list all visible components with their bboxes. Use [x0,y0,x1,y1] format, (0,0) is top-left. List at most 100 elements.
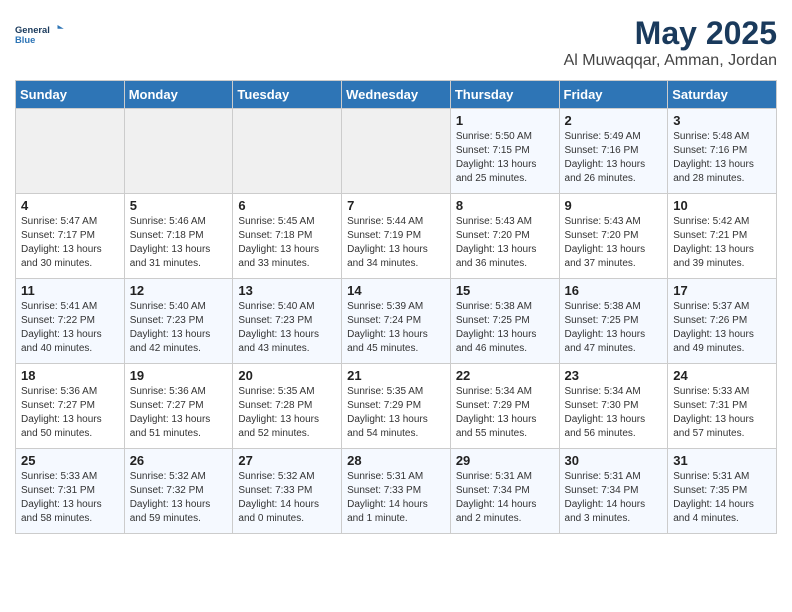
header-wednesday: Wednesday [342,81,451,109]
day-info: Sunrise: 5:47 AM Sunset: 7:17 PM Dayligh… [21,215,119,271]
cell-week1-day0 [16,109,125,194]
day-info: Sunrise: 5:35 AM Sunset: 7:29 PM Dayligh… [347,385,445,441]
day-info: Sunrise: 5:49 AM Sunset: 7:16 PM Dayligh… [565,130,663,186]
day-info: Sunrise: 5:42 AM Sunset: 7:21 PM Dayligh… [673,215,771,271]
cell-week5-day0: 25Sunrise: 5:33 AM Sunset: 7:31 PM Dayli… [16,449,125,534]
week-row-1: 1Sunrise: 5:50 AM Sunset: 7:15 PM Daylig… [16,109,777,194]
day-number: 20 [238,368,336,383]
cell-week5-day5: 30 Sunrise: 5:31 AM Sunset: 7:34 PM Dayli… [559,449,668,534]
day-info: Sunrise: 5:34 AM Sunset: 7:30 PM Dayligh… [565,385,663,441]
day-info: Sunrise: 5:31 AM Sunset: 7:34 PM Dayligh… [565,470,663,526]
cell-week3-day1: 12Sunrise: 5:40 AM Sunset: 7:23 PM Dayli… [124,279,233,364]
day-number: 27 [238,453,336,468]
cell-week1-day5: 2Sunrise: 5:49 AM Sunset: 7:16 PM Daylig… [559,109,668,194]
cell-week4-day6: 24 Sunrise: 5:33 AM Sunset: 7:31 PM Dayli… [668,364,777,449]
day-info: Sunrise: 5:36 AM Sunset: 7:27 PM Dayligh… [130,385,228,441]
day-number: 10 [673,198,771,213]
header-thursday: Thursday [450,81,559,109]
cell-week4-day2: 20 Sunrise: 5:35 AM Sunset: 7:28 PM Dayli… [233,364,342,449]
day-number: 5 [130,198,228,213]
cell-week2-day5: 9 Sunrise: 5:43 AM Sunset: 7:20 PM Daylig… [559,194,668,279]
day-number: 16 [565,283,663,298]
day-number: 17 [673,283,771,298]
title-block: May 2025 Al Muwaqqar, Amman, Jordan [564,15,777,70]
cell-week4-day0: 18 Sunrise: 5:36 AM Sunset: 7:27 PM Dayli… [16,364,125,449]
day-number: 23 [565,368,663,383]
day-number: 28 [347,453,445,468]
week-row-4: 18 Sunrise: 5:36 AM Sunset: 7:27 PM Dayli… [16,364,777,449]
cell-week4-day3: 21 Sunrise: 5:35 AM Sunset: 7:29 PM Dayli… [342,364,451,449]
day-info: Sunrise: 5:33 AM Sunset: 7:31 PM Dayligh… [673,385,771,441]
day-info: Sunrise: 5:38 AM Sunset: 7:25 PM Dayligh… [456,300,554,356]
day-number: 7 [347,198,445,213]
cell-week4-day4: 22Sunrise: 5:34 AM Sunset: 7:29 PM Dayli… [450,364,559,449]
day-info: Sunrise: 5:35 AM Sunset: 7:28 PM Dayligh… [238,385,336,441]
day-info: Sunrise: 5:31 AM Sunset: 7:33 PM Dayligh… [347,470,445,526]
location-title: Al Muwaqqar, Amman, Jordan [564,52,777,70]
day-info: Sunrise: 5:40 AM Sunset: 7:23 PM Dayligh… [238,300,336,356]
day-info: Sunrise: 5:43 AM Sunset: 7:20 PM Dayligh… [565,215,663,271]
day-number: 31 [673,453,771,468]
cell-week3-day4: 15 Sunrise: 5:38 AM Sunset: 7:25 PM Dayli… [450,279,559,364]
month-title: May 2025 [564,15,777,52]
cell-week2-day0: 4 Sunrise: 5:47 AM Sunset: 7:17 PM Daylig… [16,194,125,279]
day-info: Sunrise: 5:32 AM Sunset: 7:33 PM Dayligh… [238,470,336,526]
cell-week2-day1: 5 Sunrise: 5:46 AM Sunset: 7:18 PM Daylig… [124,194,233,279]
cell-week2-day4: 8 Sunrise: 5:43 AM Sunset: 7:20 PM Daylig… [450,194,559,279]
day-number: 9 [565,198,663,213]
cell-week1-day6: 3Sunrise: 5:48 AM Sunset: 7:16 PM Daylig… [668,109,777,194]
cell-week3-day2: 13Sunrise: 5:40 AM Sunset: 7:23 PM Dayli… [233,279,342,364]
day-number: 30 [565,453,663,468]
day-info: Sunrise: 5:39 AM Sunset: 7:24 PM Dayligh… [347,300,445,356]
header-friday: Friday [559,81,668,109]
cell-week1-day2 [233,109,342,194]
day-number: 21 [347,368,445,383]
day-number: 4 [21,198,119,213]
cell-week3-day0: 11Sunrise: 5:41 AM Sunset: 7:22 PM Dayli… [16,279,125,364]
day-number: 26 [130,453,228,468]
header-sunday: Sunday [16,81,125,109]
day-number: 29 [456,453,554,468]
day-info: Sunrise: 5:36 AM Sunset: 7:27 PM Dayligh… [21,385,119,441]
day-info: Sunrise: 5:32 AM Sunset: 7:32 PM Dayligh… [130,470,228,526]
day-number: 19 [130,368,228,383]
cell-week2-day3: 7 Sunrise: 5:44 AM Sunset: 7:19 PM Daylig… [342,194,451,279]
day-info: Sunrise: 5:45 AM Sunset: 7:18 PM Dayligh… [238,215,336,271]
svg-text:General: General [15,25,50,35]
logo: General Blue [15,15,65,55]
day-info: Sunrise: 5:37 AM Sunset: 7:26 PM Dayligh… [673,300,771,356]
header-saturday: Saturday [668,81,777,109]
cell-week5-day6: 31Sunrise: 5:31 AM Sunset: 7:35 PM Dayli… [668,449,777,534]
day-info: Sunrise: 5:44 AM Sunset: 7:19 PM Dayligh… [347,215,445,271]
day-number: 6 [238,198,336,213]
header-row: SundayMondayTuesdayWednesdayThursdayFrid… [16,81,777,109]
cell-week3-day5: 16 Sunrise: 5:38 AM Sunset: 7:25 PM Dayli… [559,279,668,364]
day-info: Sunrise: 5:43 AM Sunset: 7:20 PM Dayligh… [456,215,554,271]
cell-week3-day3: 14 Sunrise: 5:39 AM Sunset: 7:24 PM Dayli… [342,279,451,364]
cell-week2-day2: 6 Sunrise: 5:45 AM Sunset: 7:18 PM Daylig… [233,194,342,279]
page-header: General Blue May 2025 Al Muwaqqar, Amman… [15,15,777,70]
week-row-3: 11Sunrise: 5:41 AM Sunset: 7:22 PM Dayli… [16,279,777,364]
cell-week1-day1 [124,109,233,194]
week-row-5: 25Sunrise: 5:33 AM Sunset: 7:31 PM Dayli… [16,449,777,534]
day-info: Sunrise: 5:33 AM Sunset: 7:31 PM Dayligh… [21,470,119,526]
cell-week5-day1: 26 Sunrise: 5:32 AM Sunset: 7:32 PM Dayli… [124,449,233,534]
header-tuesday: Tuesday [233,81,342,109]
day-number: 11 [21,283,119,298]
cell-week4-day1: 19 Sunrise: 5:36 AM Sunset: 7:27 PM Dayli… [124,364,233,449]
day-number: 18 [21,368,119,383]
cell-week4-day5: 23 Sunrise: 5:34 AM Sunset: 7:30 PM Dayli… [559,364,668,449]
week-row-2: 4 Sunrise: 5:47 AM Sunset: 7:17 PM Daylig… [16,194,777,279]
cell-week3-day6: 17 Sunrise: 5:37 AM Sunset: 7:26 PM Dayli… [668,279,777,364]
day-number: 8 [456,198,554,213]
day-info: Sunrise: 5:46 AM Sunset: 7:18 PM Dayligh… [130,215,228,271]
day-number: 14 [347,283,445,298]
cell-week1-day4: 1Sunrise: 5:50 AM Sunset: 7:15 PM Daylig… [450,109,559,194]
day-number: 3 [673,113,771,128]
day-number: 15 [456,283,554,298]
day-info: Sunrise: 5:38 AM Sunset: 7:25 PM Dayligh… [565,300,663,356]
day-number: 1 [456,113,554,128]
cell-week5-day2: 27 Sunrise: 5:32 AM Sunset: 7:33 PM Dayli… [233,449,342,534]
day-number: 24 [673,368,771,383]
cell-week5-day3: 28 Sunrise: 5:31 AM Sunset: 7:33 PM Dayli… [342,449,451,534]
